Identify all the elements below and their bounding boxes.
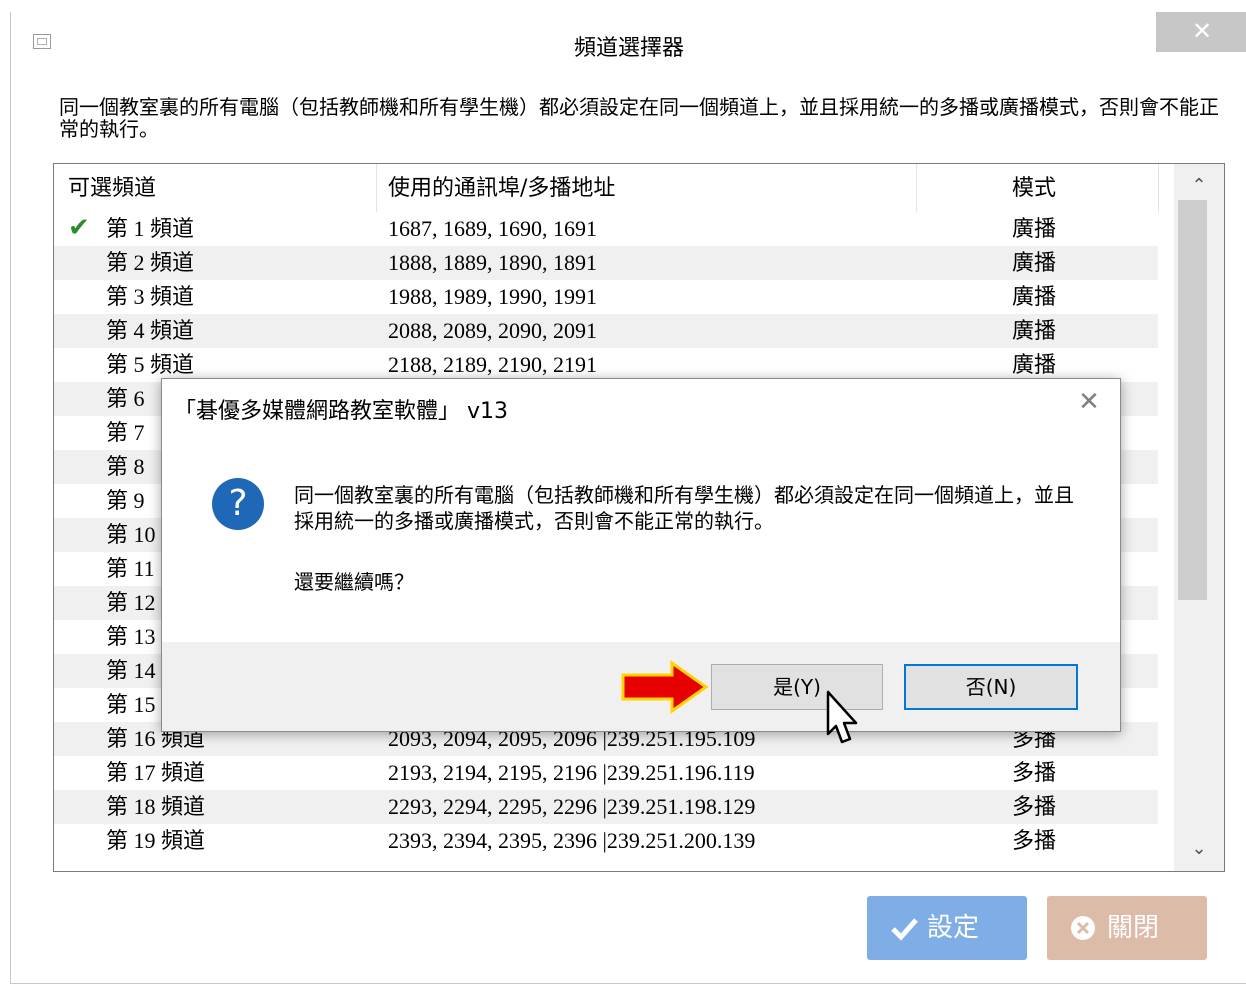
channel-row[interactable]: 第 3 頻道 1988, 1989, 1990, 1991 廣播 xyxy=(54,280,1158,314)
channel-mode: 廣播 xyxy=(1012,284,1057,309)
window-close-button[interactable]: ✕ xyxy=(1156,12,1246,52)
channel-mode: 廣播 xyxy=(1012,250,1057,275)
header-mode[interactable]: 模式 xyxy=(1012,164,1056,212)
channel-mode: 廣播 xyxy=(1012,216,1057,241)
channel-description: 同一個教室裏的所有電腦（包括教師機和所有學生機）都必須設定在同一個頻道上，並且採… xyxy=(59,95,1219,141)
channel-ports: 2293, 2294, 2295, 2296 |239.251.198.129 xyxy=(388,794,756,819)
channel-name: 第 4 頻道 xyxy=(106,318,195,343)
dialog-question: 還要繼續嗎？ xyxy=(294,570,414,594)
selected-check-icon: ✔ xyxy=(68,213,90,243)
channel-ports: 2393, 2394, 2395, 2396 |239.251.200.139 xyxy=(388,828,756,853)
channel-ports: 1687, 1689, 1690, 1691 xyxy=(388,216,597,241)
channel-mode: 多播 xyxy=(1012,794,1057,819)
channel-name: 第 11 xyxy=(106,556,155,581)
channel-name: 第 18 頻道 xyxy=(106,794,206,819)
set-button[interactable]: 設定 xyxy=(867,896,1027,960)
channel-name: 第 19 頻道 xyxy=(106,828,206,853)
red-arrow-icon xyxy=(621,660,709,714)
vertical-scrollbar[interactable]: ⌃ ⌄ xyxy=(1174,164,1224,871)
channel-name: 第 6 xyxy=(106,386,145,411)
channel-name: 第 5 頻道 xyxy=(106,352,195,377)
channel-name: 第 2 頻道 xyxy=(106,250,195,275)
title-bar: 頻道選擇器 ✕ xyxy=(11,12,1246,72)
header-channel[interactable]: 可選頻道 xyxy=(68,164,156,212)
channel-name: 第 12 xyxy=(106,590,156,615)
channel-name: 第 10 xyxy=(106,522,156,547)
channel-mode: 多播 xyxy=(1012,828,1057,853)
channel-name: 第 14 xyxy=(106,658,156,683)
channel-ports: 2188, 2189, 2190, 2191 xyxy=(388,352,597,377)
channel-name: 第 1 頻道 xyxy=(106,216,195,241)
channel-row[interactable]: 第 17 頻道 2193, 2194, 2195, 2196 |239.251.1… xyxy=(54,756,1158,790)
set-button-label: 設定 xyxy=(927,913,980,943)
channel-row[interactable]: 第 2 頻道 1888, 1889, 1890, 1891 廣播 xyxy=(54,246,1158,280)
scrollbar-thumb[interactable] xyxy=(1178,200,1207,600)
window-title: 頻道選擇器 xyxy=(573,36,684,61)
channel-mode: 多播 xyxy=(1012,760,1057,785)
close-button[interactable]: 關閉 xyxy=(1047,896,1207,960)
close-button-label: 關閉 xyxy=(1107,913,1160,943)
close-circle-icon xyxy=(1071,916,1095,940)
channel-row[interactable]: 第 18 頻道 2293, 2294, 2295, 2296 |239.251.1… xyxy=(54,790,1158,824)
no-button[interactable]: 否(N) xyxy=(904,664,1078,710)
dialog-message: 同一個教室裏的所有電腦（包括教師機和所有學生機）都必須設定在同一個頻道上，並且採… xyxy=(294,483,1074,533)
channel-name: 第 8 xyxy=(106,454,145,479)
question-icon: ? xyxy=(212,478,264,530)
channel-name: 第 13 xyxy=(106,624,156,649)
channel-name: 第 3 頻道 xyxy=(106,284,195,309)
channel-name: 第 17 頻道 xyxy=(106,760,206,785)
channel-row[interactable]: 第 5 頻道 2188, 2189, 2190, 2191 廣播 xyxy=(54,348,1158,382)
mouse-pointer-icon xyxy=(826,690,858,744)
dialog-close-button[interactable]: ✕ xyxy=(1074,387,1104,417)
channel-row[interactable]: 第 19 頻道 2393, 2394, 2395, 2396 |239.251.2… xyxy=(54,824,1158,858)
channel-mode: 廣播 xyxy=(1012,352,1057,377)
channel-name: 第 7 xyxy=(106,420,145,445)
channel-ports: 2193, 2194, 2195, 2196 |239.251.196.119 xyxy=(388,760,755,785)
channel-name: 第 15 xyxy=(106,692,156,717)
channel-name: 第 9 xyxy=(106,488,145,513)
channel-ports: 1988, 1989, 1990, 1991 xyxy=(388,284,597,309)
channel-row[interactable]: ✔ 第 1 頻道 1687, 1689, 1690, 1691 廣播 xyxy=(54,212,1158,246)
scroll-down-icon[interactable]: ⌄ xyxy=(1174,827,1224,871)
channel-mode: 廣播 xyxy=(1012,318,1057,343)
check-icon xyxy=(891,918,918,941)
header-ports[interactable]: 使用的通訊埠/多播地址 xyxy=(388,164,615,212)
channel-ports: 1888, 1889, 1890, 1891 xyxy=(388,250,597,275)
channel-ports: 2088, 2089, 2090, 2091 xyxy=(388,318,597,343)
dialog-title: 「碁優多媒體網路教室軟體」 v13 xyxy=(174,399,509,424)
list-header: 可選頻道 使用的通訊埠/多播地址 模式 xyxy=(54,164,1159,212)
channel-row[interactable]: 第 4 頻道 2088, 2089, 2090, 2091 廣播 xyxy=(54,314,1158,348)
